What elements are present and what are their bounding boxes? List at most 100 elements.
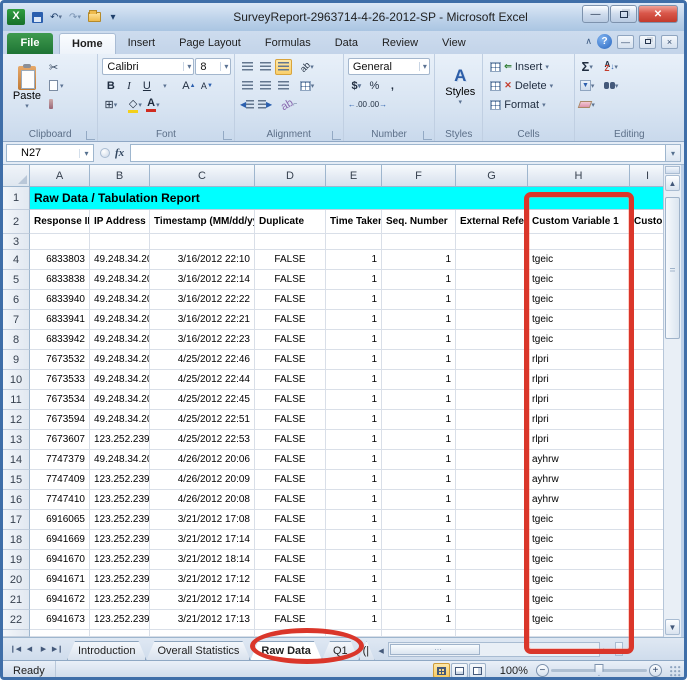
cell-i20[interactable] <box>630 570 666 590</box>
cell-b12[interactable]: 49.248.34.202 <box>90 410 150 430</box>
workbook-minimize-button[interactable]: — <box>617 35 634 49</box>
cell-e10[interactable]: 1 <box>326 370 382 390</box>
open-button[interactable] <box>86 9 102 25</box>
fill-button[interactable]: ▼▾ <box>579 78 596 94</box>
cell-g22[interactable] <box>456 610 528 630</box>
ribbon-tab-data[interactable]: Data <box>323 33 370 54</box>
header-cell-6[interactable]: Seq. Number <box>382 210 456 234</box>
cell-f7[interactable]: 1 <box>382 310 456 330</box>
cell-d16[interactable]: FALSE <box>255 490 326 510</box>
cell-i9[interactable] <box>630 350 666 370</box>
column-header-f[interactable]: F <box>382 165 456 187</box>
cell-g19[interactable] <box>456 550 528 570</box>
cell-c19[interactable]: 3/21/2012 18:14 <box>150 550 255 570</box>
cell-b20[interactable]: 123.252.239.3 <box>90 570 150 590</box>
cell-a20[interactable]: 6941671 <box>30 570 90 590</box>
cell-g10[interactable] <box>456 370 528 390</box>
cell-c14[interactable]: 4/26/2012 20:06 <box>150 450 255 470</box>
cell-e15[interactable]: 1 <box>326 470 382 490</box>
scroll-up-button[interactable]: ▲ <box>665 175 680 191</box>
save-button[interactable] <box>29 9 45 25</box>
column-header-c[interactable]: C <box>150 165 255 187</box>
cell-e4[interactable]: 1 <box>326 250 382 270</box>
cell-e18[interactable]: 1 <box>326 530 382 550</box>
percent-button[interactable]: % <box>366 78 383 94</box>
cell-a10[interactable]: 7673533 <box>30 370 90 390</box>
cell-d20[interactable]: FALSE <box>255 570 326 590</box>
column-header-b[interactable]: B <box>90 165 150 187</box>
underline-button[interactable]: U <box>138 78 155 94</box>
cell-h19[interactable]: tgeic <box>528 550 630 570</box>
cell-f15[interactable]: 1 <box>382 470 456 490</box>
grow-font-button[interactable]: A▲ <box>180 78 197 94</box>
name-box[interactable]: N27 ▾ <box>6 144 94 162</box>
cell-b19[interactable]: 123.252.239.3 <box>90 550 150 570</box>
cell-i22[interactable] <box>630 610 666 630</box>
row-header-21[interactable]: 21 <box>3 590 30 610</box>
cell-g4[interactable] <box>456 250 528 270</box>
cell-f10[interactable]: 1 <box>382 370 456 390</box>
clipboard-dialog-launcher[interactable] <box>86 131 95 140</box>
cell-b5[interactable]: 49.248.34.202 <box>90 270 150 290</box>
cell-h13[interactable]: rlpri <box>528 430 630 450</box>
column-header-h[interactable]: H <box>528 165 630 187</box>
sheet-tab-q1[interactable]: Q1 <box>322 641 359 660</box>
row-header-13[interactable]: 13 <box>3 430 30 450</box>
alignment-dialog-launcher[interactable] <box>332 131 341 140</box>
row-header-3[interactable]: 3 <box>3 234 30 250</box>
workbook-restore-button[interactable] <box>639 35 656 49</box>
increase-decimal-button[interactable]: ←.00 <box>348 97 367 113</box>
row-header-20[interactable]: 20 <box>3 570 30 590</box>
empty-cell[interactable] <box>630 234 666 250</box>
cell-b6[interactable]: 49.248.34.202 <box>90 290 150 310</box>
cell-h7[interactable]: tgeic <box>528 310 630 330</box>
sheet-tab-partial[interactable]: (| <box>359 641 375 660</box>
cell-f4[interactable]: 1 <box>382 250 456 270</box>
align-middle-button[interactable] <box>257 59 274 75</box>
cell-e20[interactable]: 1 <box>326 570 382 590</box>
row-header-6[interactable]: 6 <box>3 290 30 310</box>
cell-f16[interactable]: 1 <box>382 490 456 510</box>
comma-button[interactable]: , <box>384 78 401 94</box>
cell-i4[interactable] <box>630 250 666 270</box>
row-header-11[interactable]: 11 <box>3 390 30 410</box>
cell-a11[interactable]: 7673534 <box>30 390 90 410</box>
zoom-slider-thumb[interactable] <box>594 664 603 676</box>
cell-f8[interactable]: 1 <box>382 330 456 350</box>
cell-g6[interactable] <box>456 290 528 310</box>
close-button[interactable]: ✕ <box>638 5 678 23</box>
decrease-indent-button[interactable]: ◀ <box>239 97 256 113</box>
font-name-combo[interactable]: Calibri▾ <box>102 58 194 75</box>
cell-e9[interactable]: 1 <box>326 350 382 370</box>
fill-color-button[interactable]: ◇▾ <box>126 97 143 113</box>
ribbon-tab-view[interactable]: View <box>430 33 478 54</box>
formula-bar-expand-chevron[interactable]: ▾ <box>665 144 681 162</box>
cell-g21[interactable] <box>456 590 528 610</box>
cell-g15[interactable] <box>456 470 528 490</box>
empty-cell[interactable] <box>456 630 528 637</box>
cell-c21[interactable]: 3/21/2012 17:14 <box>150 590 255 610</box>
cell-a13[interactable]: 7673607 <box>30 430 90 450</box>
tab-scroll-left-button[interactable]: ◀ <box>375 643 388 658</box>
header-cell-7[interactable]: External Referrer <box>456 210 528 234</box>
empty-cell[interactable] <box>456 234 528 250</box>
cell-d4[interactable]: FALSE <box>255 250 326 270</box>
row-header-1[interactable]: 1 <box>3 187 30 210</box>
orientation-button[interactable]: ab▾ <box>299 59 316 75</box>
paste-dropdown-arrow[interactable]: ▾ <box>25 102 29 110</box>
cell-g16[interactable] <box>456 490 528 510</box>
header-cell-8[interactable]: Custom Variable 1 <box>528 210 630 234</box>
cell-c6[interactable]: 3/16/2012 22:22 <box>150 290 255 310</box>
align-right-button[interactable] <box>275 78 292 94</box>
empty-cell[interactable] <box>382 234 456 250</box>
cell-f9[interactable]: 1 <box>382 350 456 370</box>
minimize-button[interactable]: — <box>582 5 609 23</box>
ribbon-tab-home[interactable]: Home <box>59 33 116 54</box>
tab-splitter-handle[interactable] <box>615 642 623 656</box>
cell-c8[interactable]: 3/16/2012 22:23 <box>150 330 255 350</box>
delete-cells-button[interactable]: ✕Delete▾ <box>487 76 571 95</box>
cell-g17[interactable] <box>456 510 528 530</box>
cell-i12[interactable] <box>630 410 666 430</box>
vertical-split-handle[interactable] <box>665 166 680 174</box>
header-cell-2[interactable]: IP Address <box>90 210 150 234</box>
